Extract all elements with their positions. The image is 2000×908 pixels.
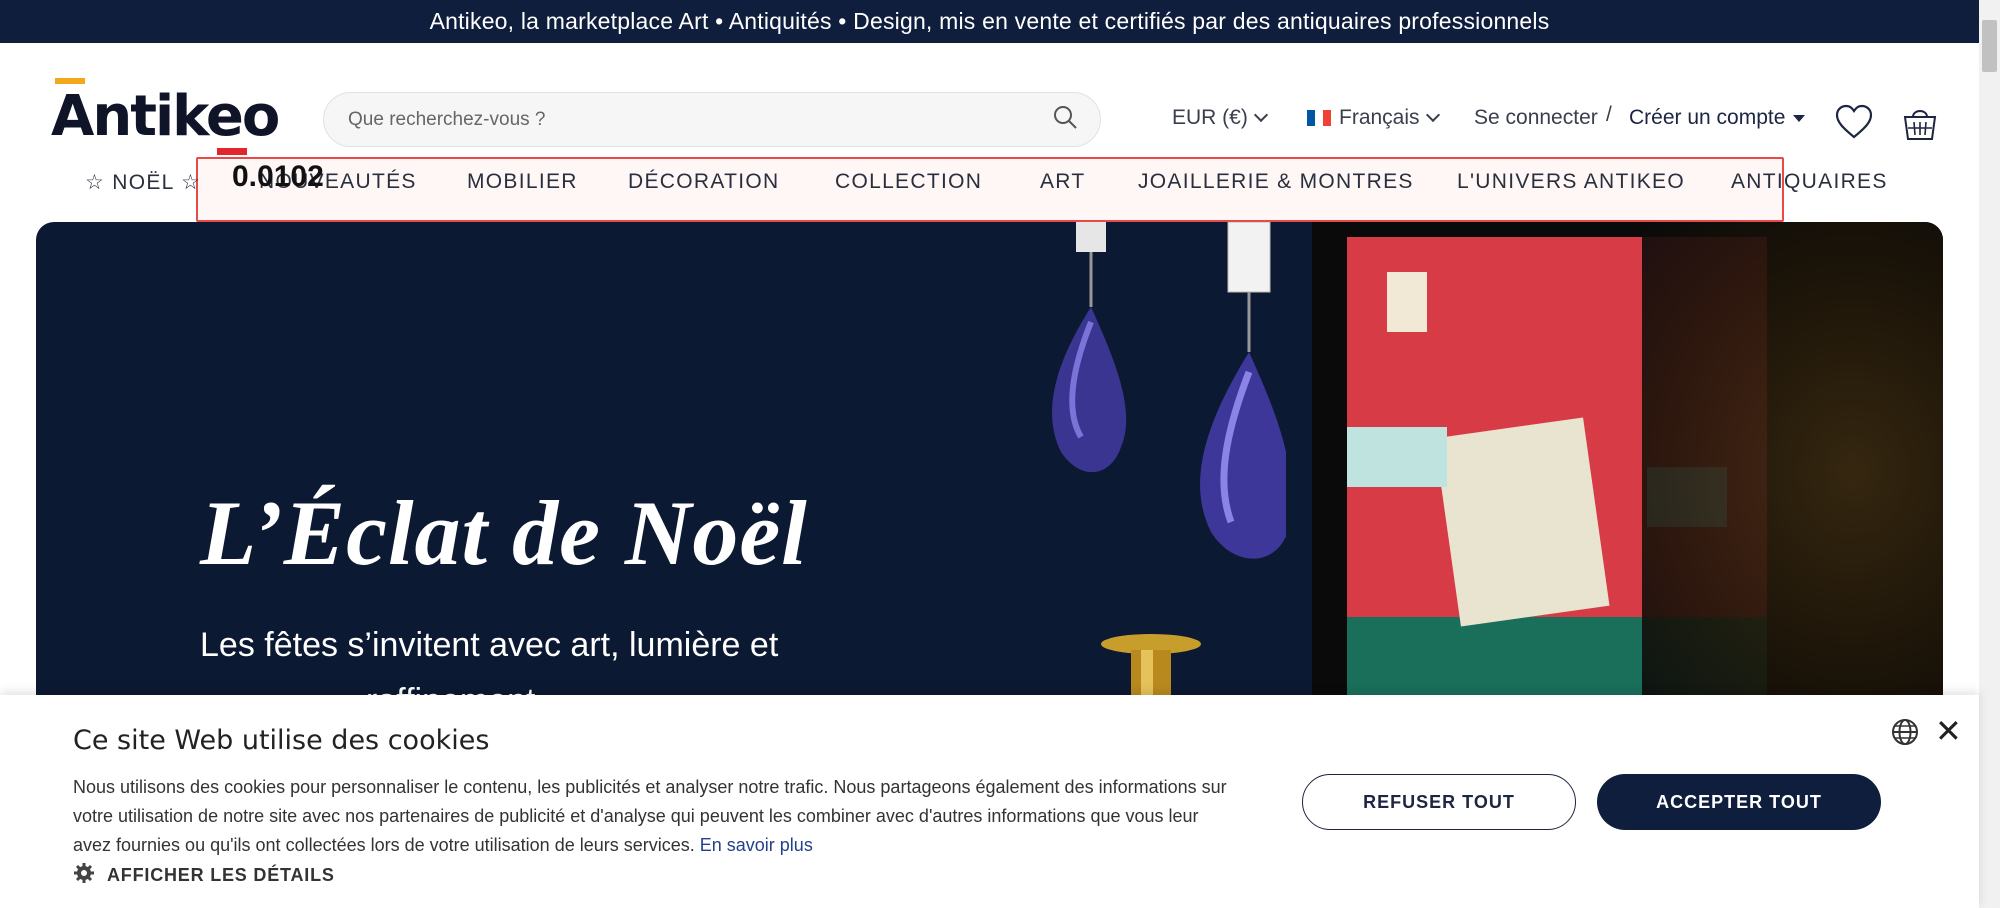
nav-item-art[interactable]: ART: [1040, 170, 1086, 194]
search-icon[interactable]: [1052, 104, 1078, 135]
hero-title: L’Éclat de Noël: [200, 482, 808, 584]
currency-label: EUR (€): [1172, 106, 1248, 129]
painting-frame: [1312, 222, 1943, 722]
logo-accent-red: [217, 148, 247, 155]
cookie-body-text: Nous utilisons des cookies pour personna…: [73, 777, 1227, 855]
hero-subtitle: Les fêtes s’invitent avec art, lumière e…: [200, 626, 779, 664]
announcement-bar: Antikeo, la marketplace Art • Antiquités…: [0, 0, 1979, 43]
nav-item-noel[interactable]: ☆ NOËL ☆: [85, 170, 201, 195]
cookie-text: Nous utilisons des cookies pour personna…: [73, 773, 1233, 860]
signup-label: Créer un compte: [1629, 106, 1786, 129]
overlay-score: 0.0102: [232, 160, 324, 193]
nav-item-decoration[interactable]: DÉCORATION: [628, 170, 779, 194]
learn-more-link[interactable]: En savoir plus: [700, 835, 813, 855]
hero-banner[interactable]: L’Éclat de Noël Les fêtes s’invitent ave…: [36, 222, 1943, 722]
announcement-text: Antikeo, la marketplace Art • Antiquités…: [429, 8, 1550, 34]
antikeo-logo[interactable]: Antikeo: [51, 78, 280, 158]
chevron-down-icon: [1425, 107, 1440, 123]
login-link[interactable]: Se connecter: [1474, 106, 1598, 130]
language-selector[interactable]: Français: [1307, 106, 1440, 130]
caret-down-icon: [1793, 114, 1806, 122]
logo-text: Antikeo: [51, 84, 280, 149]
nav-item-univers[interactable]: L'UNIVERS ANTIKEO: [1457, 170, 1685, 194]
scrollbar[interactable]: [1979, 0, 2000, 908]
earrings-image: [1052, 222, 1286, 559]
show-details-label: AFFICHER LES DÉTAILS: [107, 865, 335, 885]
heart-icon[interactable]: [1835, 104, 1873, 145]
close-icon[interactable]: ✕: [1935, 715, 1962, 747]
gear-icon: [73, 862, 95, 889]
login-label: Se connecter: [1474, 106, 1598, 129]
signup-link[interactable]: Créer un compte: [1629, 106, 1806, 130]
search-input[interactable]: [346, 107, 1052, 132]
cookie-title: Ce site Web utilise des cookies: [73, 725, 490, 756]
account-separator: /: [1606, 103, 1612, 126]
globe-icon[interactable]: [1890, 717, 1920, 752]
cookie-banner: Ce site Web utilise des cookies Nous uti…: [0, 695, 1979, 908]
french-flag-icon: [1307, 110, 1331, 126]
refuse-all-button[interactable]: REFUSER TOUT: [1302, 774, 1576, 830]
show-details-toggle[interactable]: AFFICHER LES DÉTAILS: [73, 862, 335, 889]
basket-icon[interactable]: [1902, 104, 1938, 147]
nav-item-joaillerie[interactable]: JOAILLERIE & MONTRES: [1138, 170, 1414, 194]
nav-item-antiquaires[interactable]: ANTIQUAIRES: [1731, 170, 1888, 194]
scrollbar-thumb[interactable]: [1982, 20, 1997, 72]
accept-all-button[interactable]: ACCEPTER TOUT: [1597, 774, 1881, 830]
chevron-down-icon: [1253, 107, 1268, 123]
language-label: Français: [1339, 106, 1420, 129]
nav-item-collection[interactable]: COLLECTION: [835, 170, 982, 194]
nav-item-mobilier[interactable]: MOBILIER: [467, 170, 578, 194]
search-bar[interactable]: [323, 92, 1101, 147]
currency-selector[interactable]: EUR (€): [1172, 106, 1268, 130]
